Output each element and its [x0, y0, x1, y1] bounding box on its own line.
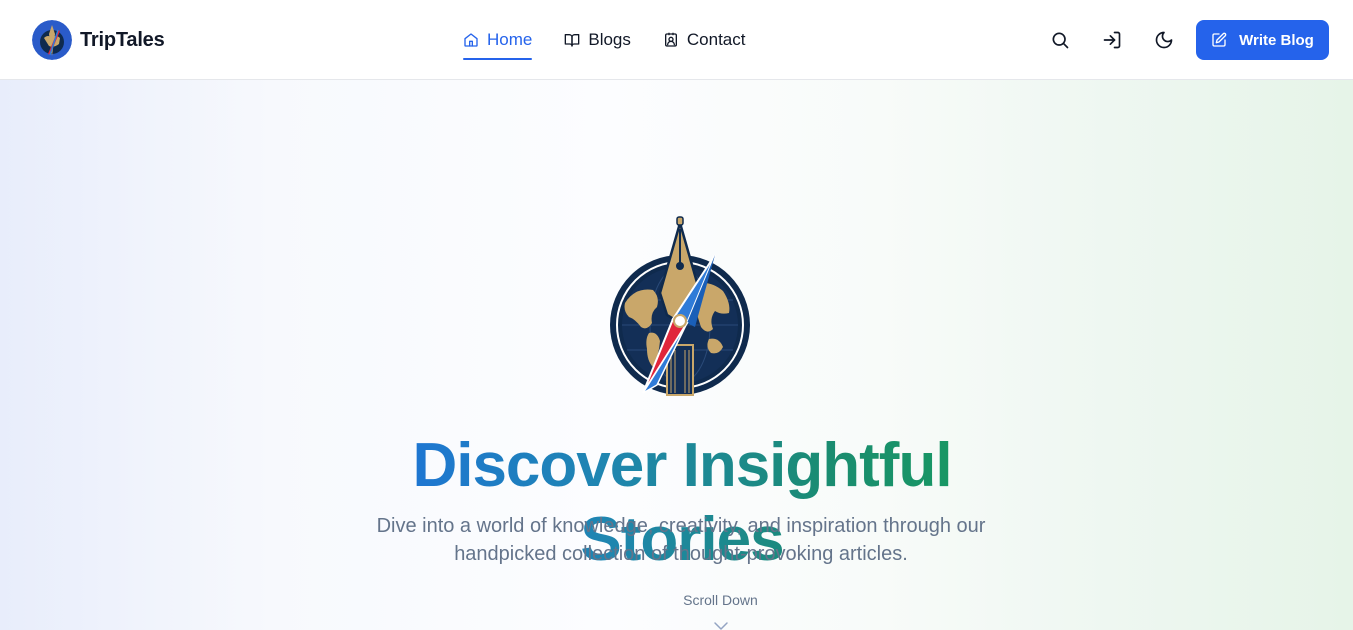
nav-home-link[interactable]: Home: [463, 20, 533, 60]
moon-icon: [1155, 31, 1173, 49]
contact-card-icon: [664, 32, 677, 47]
compass-pen-globe-logo-icon: [610, 216, 750, 396]
brand-link[interactable]: TripTales: [32, 20, 165, 60]
brand-logo-icon: [32, 20, 72, 60]
top-navbar: TripTales Home Blogs Contact Write Blog: [0, 0, 1353, 80]
brand-name: TripTales: [80, 28, 165, 51]
nav-contact-label: Contact: [686, 30, 746, 49]
search-icon: [1052, 32, 1069, 49]
write-blog-button[interactable]: Write Blog: [1196, 20, 1329, 60]
hero-subtitle: Dive into a world of knowledge, creativi…: [376, 515, 986, 565]
nav-blogs-label: Blogs: [588, 30, 631, 49]
scroll-down-link[interactable]: Scroll Down: [0, 592, 1353, 608]
chevron-down-icon[interactable]: [713, 620, 729, 630]
nav-blogs-link[interactable]: Blogs: [564, 20, 631, 60]
login-button[interactable]: [1092, 20, 1132, 60]
nav-contact-link[interactable]: Contact: [663, 20, 746, 60]
hero-section: Discover Insightful Stories Dive into a …: [0, 80, 1353, 630]
theme-toggle-button[interactable]: [1144, 20, 1184, 60]
nav-home-label: Home: [487, 30, 533, 49]
pencil-square-icon: [1212, 32, 1227, 47]
search-button[interactable]: [1040, 20, 1080, 60]
log-in-icon: [1103, 31, 1121, 49]
write-blog-label: Write Blog: [1239, 31, 1314, 49]
home-icon: [464, 33, 478, 47]
header-actions: Write Blog: [1040, 20, 1329, 60]
main-nav: Home Blogs Contact: [463, 0, 745, 80]
book-open-icon: [565, 34, 580, 47]
